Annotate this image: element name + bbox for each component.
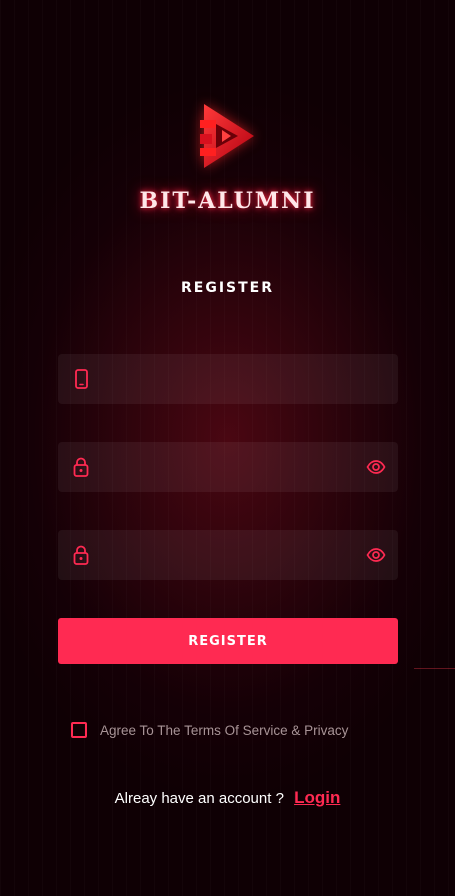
lock-icon	[73, 545, 89, 565]
login-prompt: Alreay have an account ?	[114, 790, 284, 807]
brand-name: BIT-ALUMNI	[139, 188, 316, 214]
agree-row: Agree To The Terms Of Service & Privacy	[71, 722, 348, 738]
phone-icon	[75, 369, 88, 389]
divider-line	[414, 668, 455, 669]
login-row: Alreay have an account ? Login	[0, 788, 455, 808]
form-title: REGISTER	[180, 280, 275, 296]
confirm-password-field[interactable]	[58, 530, 398, 582]
logo-container	[0, 100, 455, 170]
agree-label: Agree To The Terms Of Service & Privacy	[100, 722, 349, 738]
phone-field[interactable]	[58, 354, 398, 406]
play-triangle-logo-icon	[199, 104, 254, 168]
lock-icon	[73, 457, 89, 477]
agree-checkbox[interactable]	[71, 722, 87, 738]
eye-icon[interactable]	[366, 545, 386, 565]
confirm-password-input[interactable]	[98, 530, 362, 582]
eye-icon[interactable]	[366, 457, 386, 477]
login-link[interactable]: Login	[294, 788, 340, 807]
password-input[interactable]	[98, 442, 362, 494]
phone-input[interactable]	[98, 354, 362, 406]
password-field[interactable]	[58, 442, 398, 494]
register-button[interactable]: REGISTER	[58, 618, 398, 664]
